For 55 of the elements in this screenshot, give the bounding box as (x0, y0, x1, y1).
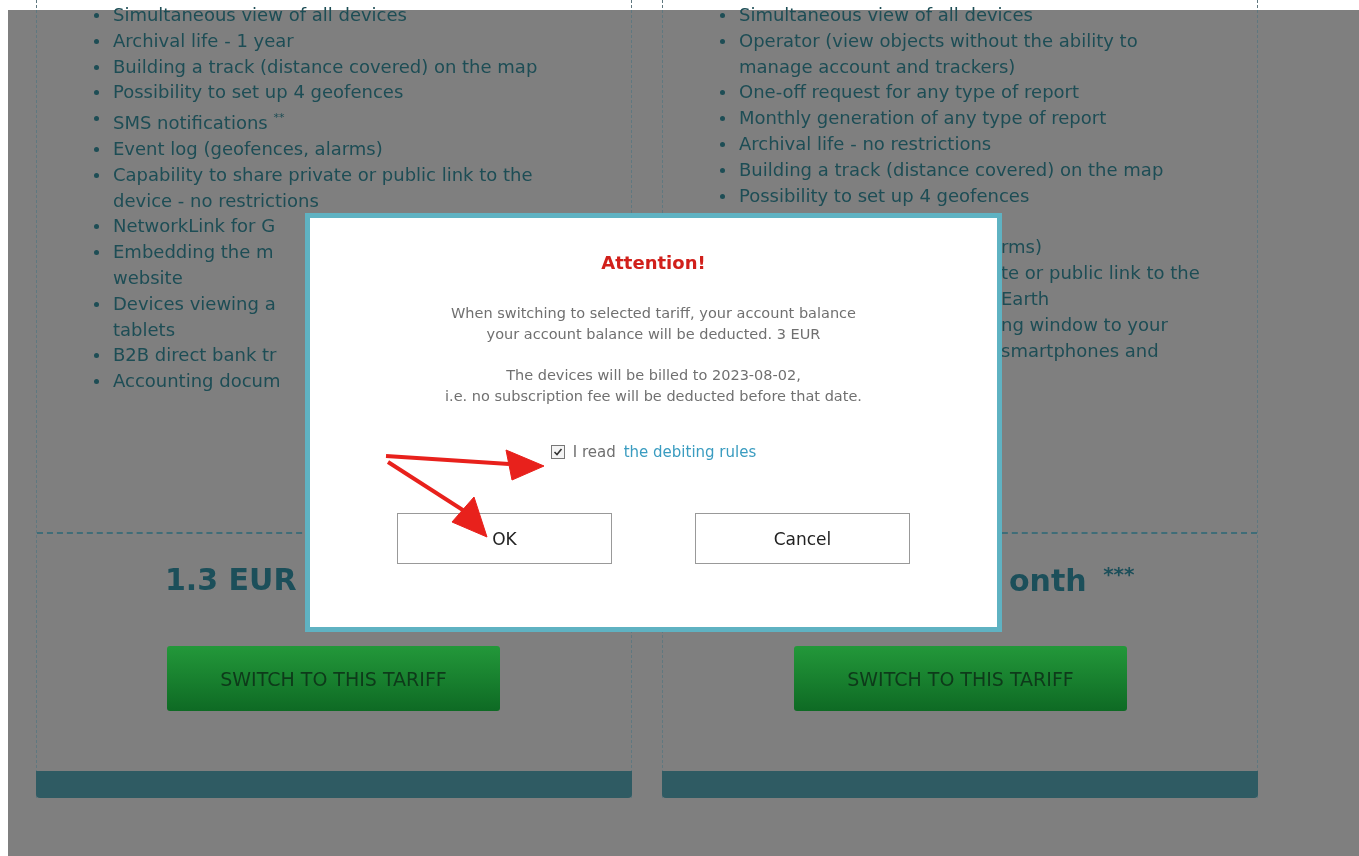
feature-text: Monthly generation of any type of report (739, 107, 1107, 129)
bullet-icon (94, 172, 99, 178)
ok-button[interactable]: OK (397, 513, 612, 564)
feature-text: Possibility to set up 4 geofences (739, 184, 1030, 206)
bullet-icon (94, 147, 99, 152)
feature-text: Devices viewing a tablets (113, 292, 276, 340)
price-text: onth $^{***}$ (1009, 562, 1135, 598)
bullet-icon (720, 90, 725, 96)
dialog-message: The devices will be billed to 2023-08-02, i.e. no subscription fee will be deducted before that date. (445, 366, 862, 406)
bullet-icon (94, 64, 99, 70)
bullet-icon (94, 38, 99, 44)
feature-text: Earth (1001, 287, 1050, 309)
feature-text: Simultaneous view of all devices (113, 4, 407, 25)
checkbox-label: I read (572, 443, 616, 461)
bullet-icon (94, 116, 99, 122)
dialog-message: When switching to selected tariff, your account balance your account balance will be deducted. 3 EUR (451, 304, 856, 344)
bullet-icon (720, 38, 725, 44)
feature-text: Capability to share private or public link to the device - no restrictions (113, 163, 533, 211)
bullet-icon (94, 13, 99, 18)
bullet-icon (94, 250, 99, 256)
feature-text: Operator (view objects without the ability to manage account and trackers) (739, 29, 1138, 77)
feature-text: Simultaneous view of all devices (739, 4, 1033, 25)
feature-text: te or public link to the (1001, 262, 1200, 284)
feature-text: Archival life - 1 year (113, 29, 294, 51)
bullet-icon (720, 116, 725, 122)
feature-text: Archival life - no restrictions (739, 133, 992, 154)
bullet-icon (94, 90, 99, 96)
feature-text: Building a track (distance covered) on the map (739, 158, 1164, 180)
feature-text: Possibility to set up 4 geofences (113, 81, 404, 103)
feature-text: ng window to your (1001, 313, 1168, 335)
price-text: 1.3 EUR (165, 562, 297, 597)
feature-text: Building a track (distance covered) on the map (113, 55, 538, 77)
bullet-icon (720, 13, 725, 18)
feature-text: B2B direct bank tr (113, 344, 277, 366)
dialog-title: Attention! (601, 252, 706, 273)
bullet-icon (720, 142, 725, 147)
cancel-button[interactable]: Cancel (695, 513, 910, 564)
debiting-rules-link[interactable]: the debiting rules (623, 443, 757, 461)
switch-tariff-button[interactable]: SWITCH TO THIS TARIFF (167, 646, 500, 711)
feature-text: One-off request for any type of report (739, 81, 1080, 103)
bullet-icon (94, 353, 99, 359)
feature-text: smartphones and (1001, 339, 1159, 361)
feature-text: SMS notifications $^{**}$ (113, 112, 285, 134)
switch-tariff-button[interactable]: SWITCH TO THIS TARIFF (794, 646, 1127, 711)
bullet-icon (720, 193, 725, 199)
feature-text: Event log (geofences, alarms) (113, 138, 383, 159)
bullet-icon (94, 379, 99, 385)
feature-text: Embedding the m website (113, 241, 274, 288)
bullet-icon (94, 224, 99, 230)
feature-text: Accounting docum (113, 370, 281, 392)
checkbox[interactable] (550, 445, 565, 459)
bullet-icon (720, 167, 725, 173)
feature-text: NetworkLink for G (113, 215, 276, 237)
bullet-icon (94, 301, 99, 307)
feature-text: rms) (1001, 236, 1043, 258)
